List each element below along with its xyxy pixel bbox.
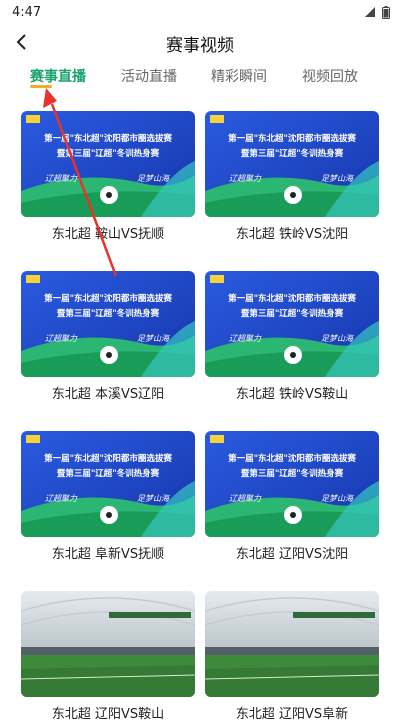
poster-subheadline: 暨第三届"辽超"冬训热身赛 (57, 308, 160, 319)
video-title: 东北超 阜新VS抚顺 (51, 547, 165, 562)
poster-slogan-left: 辽超聚力 (45, 174, 78, 183)
poster-subheadline: 暨第三届"辽超"冬训热身赛 (57, 468, 160, 479)
poster-headline: 第一届"东北超"沈阳都市圈选拔赛 (228, 453, 356, 464)
tab-live-events[interactable]: 活动直播 (121, 66, 177, 86)
poster-subheadline: 暨第三届"辽超"冬训热身赛 (57, 148, 160, 159)
poster-headline: 第一届"东北超"沈阳都市圈选拔赛 (44, 133, 172, 144)
video-card[interactable]: 东北超 辽阳VS阜新 (205, 591, 379, 722)
poster-slogan-left: 辽超聚力 (229, 334, 262, 343)
poster-headline: 第一届"东北超"沈阳都市圈选拔赛 (228, 133, 356, 144)
poster-subheadline: 暨第三届"辽超"冬训热身赛 (241, 468, 344, 479)
poster-slogan-right: 足梦山海 (321, 494, 354, 503)
video-card[interactable]: 第一届"东北超"沈阳都市圈选拔赛 暨第三届"辽超"冬训热身赛 辽超聚力 足梦山海… (205, 111, 379, 242)
poster-slogan-right: 足梦山海 (137, 174, 170, 183)
tab-bar: 赛事直播 活动直播 精彩瞬间 视频回放 (0, 62, 400, 94)
video-card[interactable]: 第一届"东北超"沈阳都市圈选拔赛 暨第三届"辽超"冬训热身赛 辽超聚力 足梦山海… (205, 271, 379, 402)
page-title: 赛事视频 (166, 36, 234, 56)
video-title: 东北超 铁岭VS鞍山 (235, 387, 349, 402)
poster-slogan-left: 辽超聚力 (229, 494, 262, 503)
status-icons (364, 5, 390, 19)
poster-slogan-left: 辽超聚力 (45, 334, 78, 343)
video-card[interactable]: 东北超 辽阳VS鞍山 (21, 591, 195, 722)
video-title: 东北超 辽阳VS沈阳 (235, 547, 349, 562)
tab-live-matches[interactable]: 赛事直播 (30, 66, 86, 86)
video-thumbnail[interactable]: 第一届"东北超"沈阳都市圈选拔赛 暨第三届"辽超"冬训热身赛 辽超聚力 足梦山海 (205, 271, 379, 377)
poster-headline: 第一届"东北超"沈阳都市圈选拔赛 (44, 453, 172, 464)
status-time: 4:47 (12, 4, 42, 20)
video-title: 东北超 铁岭VS沈阳 (235, 227, 349, 242)
video-title: 东北超 本溪VS辽阳 (51, 387, 165, 402)
poster-slogan-right: 足梦山海 (137, 494, 170, 503)
video-card[interactable]: 第一届"东北超"沈阳都市圈选拔赛 暨第三届"辽超"冬训热身赛 辽超聚力 足梦山海… (21, 431, 195, 562)
video-thumbnail[interactable]: 第一届"东北超"沈阳都市圈选拔赛 暨第三届"辽超"冬训热身赛 辽超聚力 足梦山海 (21, 431, 195, 537)
signal-icon (365, 7, 375, 17)
poster-headline: 第一届"东北超"沈阳都市圈选拔赛 (228, 293, 356, 304)
video-thumbnail[interactable]: 第一届"东北超"沈阳都市圈选拔赛 暨第三届"辽超"冬训热身赛 辽超聚力 足梦山海 (205, 111, 379, 217)
poster-slogan-right: 足梦山海 (321, 174, 354, 183)
active-tab-underline (30, 85, 52, 88)
video-title: 东北超 辽阳VS鞍山 (51, 707, 165, 722)
video-thumbnail[interactable] (205, 591, 379, 697)
video-thumbnail[interactable] (21, 591, 195, 697)
video-thumbnail[interactable]: 第一届"东北超"沈阳都市圈选拔赛 暨第三届"辽超"冬训热身赛 辽超聚力 足梦山海 (21, 271, 195, 377)
header: 赛事视频 (0, 24, 400, 60)
battery-icon (382, 5, 390, 19)
poster-slogan-left: 辽超聚力 (229, 174, 262, 183)
poster-subheadline: 暨第三届"辽超"冬训热身赛 (241, 308, 344, 319)
poster-headline: 第一届"东北超"沈阳都市圈选拔赛 (44, 293, 172, 304)
poster-slogan-left: 辽超聚力 (45, 494, 78, 503)
video-thumbnail[interactable]: 第一届"东北超"沈阳都市圈选拔赛 暨第三届"辽超"冬训热身赛 辽超聚力 足梦山海 (21, 111, 195, 217)
video-thumbnail[interactable]: 第一届"东北超"沈阳都市圈选拔赛 暨第三届"辽超"冬训热身赛 辽超聚力 足梦山海 (205, 431, 379, 537)
poster-subheadline: 暨第三届"辽超"冬训热身赛 (241, 148, 344, 159)
status-bar: 4:47 (0, 0, 400, 24)
video-title: 东北超 鞍山VS抚顺 (51, 227, 165, 242)
video-card[interactable]: 第一届"东北超"沈阳都市圈选拔赛 暨第三届"辽超"冬训热身赛 辽超聚力 足梦山海… (205, 431, 379, 562)
tab-highlights[interactable]: 精彩瞬间 (211, 66, 267, 86)
video-card[interactable]: 第一届"东北超"沈阳都市圈选拔赛 暨第三届"辽超"冬训热身赛 辽超聚力 足梦山海… (21, 271, 195, 402)
video-title: 东北超 辽阳VS阜新 (235, 707, 349, 722)
poster-slogan-right: 足梦山海 (137, 334, 170, 343)
tab-replays[interactable]: 视频回放 (302, 66, 358, 86)
video-card[interactable]: 第一届"东北超"沈阳都市圈选拔赛 暨第三届"辽超"冬训热身赛 辽超聚力 足梦山海… (21, 111, 195, 242)
poster-slogan-right: 足梦山海 (321, 334, 354, 343)
